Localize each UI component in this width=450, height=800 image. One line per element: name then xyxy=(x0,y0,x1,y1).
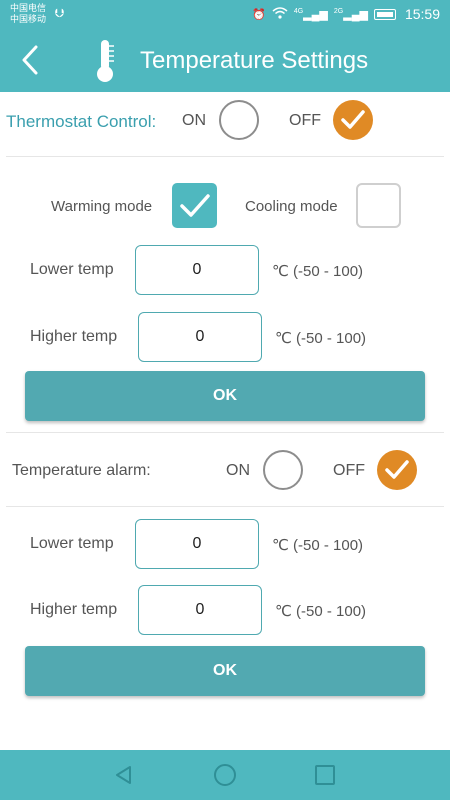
alarm-on-radio[interactable] xyxy=(263,450,303,490)
alarm-off-label: OFF xyxy=(333,462,365,479)
alarm-higher-temp-label: Higher temp xyxy=(30,601,118,618)
divider xyxy=(6,432,444,433)
warming-mode-checkbox[interactable] xyxy=(172,183,217,228)
warming-mode-label: Warming mode xyxy=(51,198,153,215)
thermostat-ok-button[interactable]: OK xyxy=(25,371,425,421)
checkmark-icon xyxy=(341,110,365,129)
battery-icon xyxy=(373,8,396,20)
thermostat-on-label: ON xyxy=(182,112,206,129)
carrier-info: 中国电信 中国移动 xyxy=(10,3,46,25)
chevron-left-icon[interactable] xyxy=(14,42,50,78)
divider xyxy=(6,506,444,507)
divider xyxy=(6,156,444,157)
status-bar: 中国电信 中国移动 ⮋ ⏰ 4G▂▄▆ 2G▂▄▆ 15:59 xyxy=(0,0,450,30)
back-triangle-icon[interactable] xyxy=(113,764,135,786)
signal-2g-icon: 2G▂▄▆ xyxy=(333,7,368,21)
thermostat-higher-temp-range: ℃ (-50 - 100) xyxy=(275,330,367,347)
checkmark-icon xyxy=(385,460,409,479)
thermostat-on-radio[interactable] xyxy=(219,100,259,140)
recent-square-icon[interactable] xyxy=(315,765,335,785)
alarm-higher-temp-input[interactable] xyxy=(138,585,262,635)
cooling-mode-checkbox[interactable] xyxy=(356,183,401,228)
alarm-lower-temp-input[interactable] xyxy=(135,519,259,569)
alarm-off-radio[interactable] xyxy=(377,450,417,490)
thermometer-icon xyxy=(92,38,118,84)
thermostat-higher-temp-label: Higher temp xyxy=(30,328,118,345)
thermostat-higher-temp-input[interactable] xyxy=(138,312,262,362)
alarm-lower-temp-range: ℃ (-50 - 100) xyxy=(272,537,364,554)
thermostat-control-label: Thermostat Control: xyxy=(6,112,157,131)
cooling-mode-label: Cooling mode xyxy=(245,198,338,215)
thermostat-lower-temp-label: Lower temp xyxy=(30,261,114,278)
temperature-alarm-label: Temperature alarm: xyxy=(12,462,151,479)
usb-icon: ⮋ xyxy=(55,6,65,20)
status-icons: ⏰ 4G▂▄▆ 2G▂▄▆ 15:59 xyxy=(252,6,440,22)
alarm-lower-temp-label: Lower temp xyxy=(30,535,114,552)
thermostat-lower-temp-input[interactable] xyxy=(135,245,259,295)
thermostat-off-radio[interactable] xyxy=(333,100,373,140)
signal-4g-icon: 4G▂▄▆ xyxy=(293,7,328,21)
thermostat-off-label: OFF xyxy=(289,112,321,129)
page-title: Temperature Settings xyxy=(140,47,369,74)
wifi-icon xyxy=(272,6,288,22)
app-bar: Temperature Settings xyxy=(0,30,450,92)
alarm-on-label: ON xyxy=(226,462,250,479)
alarm-ok-button[interactable]: OK xyxy=(25,646,425,696)
thermostat-lower-temp-range: ℃ (-50 - 100) xyxy=(272,263,364,280)
checkmark-icon xyxy=(180,194,210,217)
carrier-1: 中国电信 xyxy=(10,3,47,13)
carrier-2: 中国移动 xyxy=(10,14,47,24)
alarm-clock-icon: ⏰ xyxy=(252,8,266,21)
system-nav-bar xyxy=(0,750,450,800)
home-circle-icon[interactable] xyxy=(214,764,236,786)
alarm-higher-temp-range: ℃ (-50 - 100) xyxy=(275,603,367,620)
status-time: 15:59 xyxy=(404,6,440,22)
